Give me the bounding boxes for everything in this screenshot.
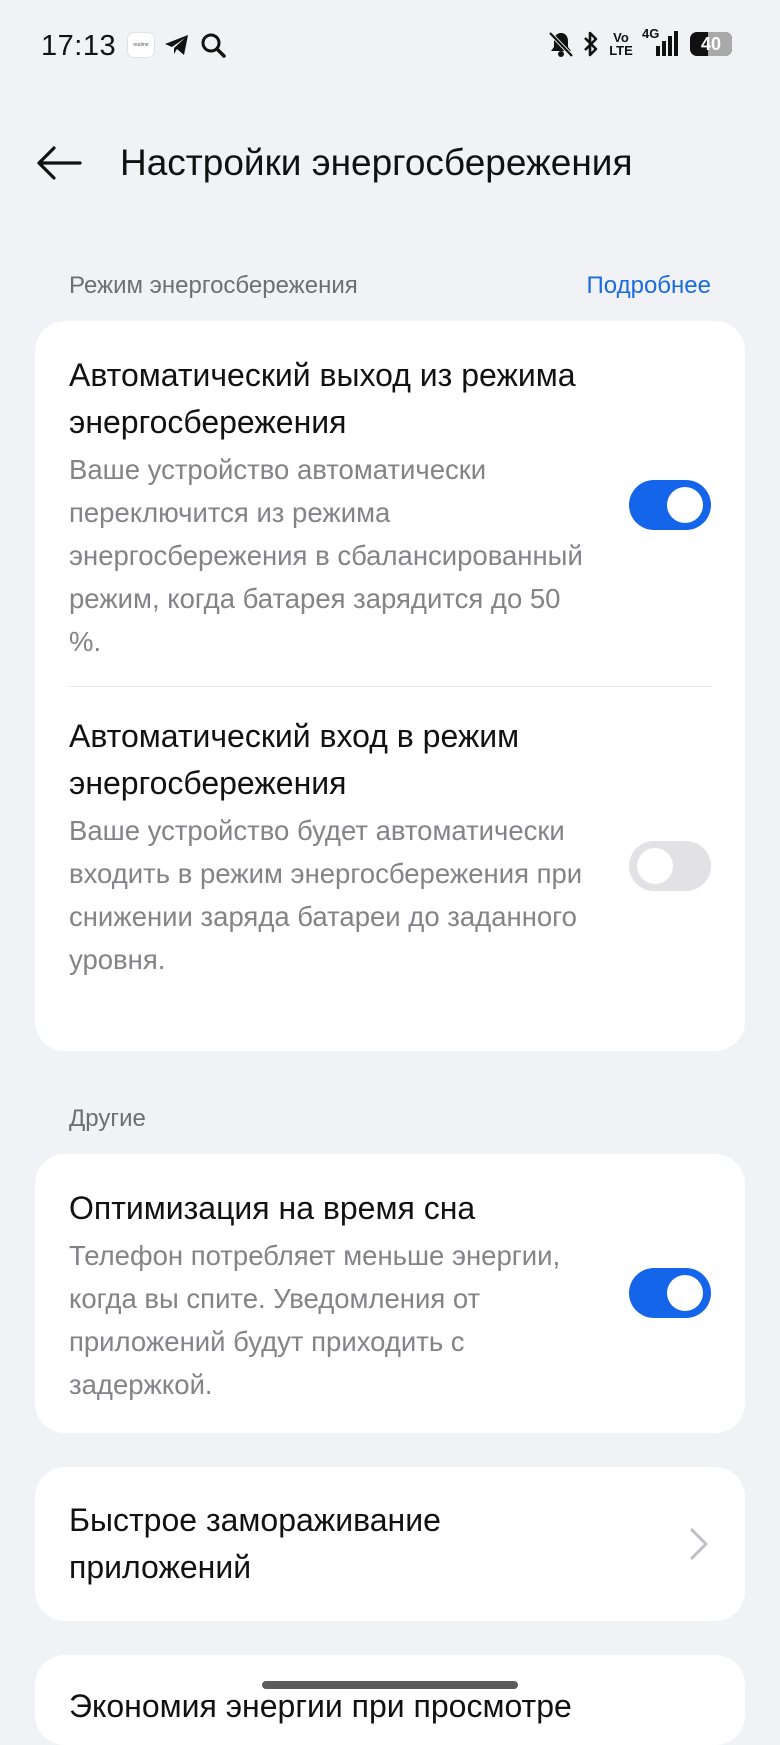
back-button[interactable] <box>34 138 84 188</box>
page-title: Настройки энергосбережения <box>120 142 633 183</box>
auto-enter-title: Автоматический вход в режим энергосбереж… <box>69 718 520 801</box>
telegram-icon <box>165 35 188 55</box>
battery-indicator: 40 <box>690 32 732 56</box>
status-time: 17:13 <box>41 30 117 62</box>
arrow-left-icon <box>37 146 82 180</box>
sleep-optimization-toggle[interactable] <box>629 1268 711 1318</box>
screen-viewing-saving-row[interactable]: Экономия энергии при просмотре <box>35 1683 745 1730</box>
auto-exit-title: Автоматический выход из режима энергосбе… <box>69 357 576 440</box>
other-section-header: Другие <box>69 1105 711 1133</box>
chevron-right-icon <box>690 1528 708 1560</box>
realme-app-badge-icon: realme <box>128 33 154 57</box>
section-title-other: Другие <box>69 1105 146 1132</box>
battery-level: 40 <box>700 33 722 54</box>
app-badge-text: realme <box>133 42 149 48</box>
bell-muted-icon <box>548 31 574 58</box>
auto-enter-toggle[interactable] <box>629 841 711 891</box>
battery-icon: 40 <box>690 32 732 56</box>
power-saving-card: Автоматический выход из режима энергосбе… <box>35 321 745 1051</box>
screen-viewing-saving-title: Экономия энергии при просмотре <box>69 1688 572 1724</box>
divider <box>69 686 711 687</box>
status-bar: 17:13 realme Vo LTE 4G 40 <box>0 0 780 96</box>
screen-viewing-saving-card[interactable]: Экономия энергии при просмотре <box>35 1655 745 1745</box>
status-left-icons: realme <box>128 32 226 58</box>
sleep-optimization-title: Оптимизация на время сна <box>69 1190 476 1226</box>
app-header: Настройки энергосбережения <box>0 130 780 196</box>
bluetooth-icon <box>584 31 598 57</box>
sleep-optimization-description: Телефон потребляет меньше энергии, когда… <box>69 1240 561 1400</box>
quick-freeze-card[interactable]: Быстрое замораживание приложений <box>35 1467 745 1621</box>
quick-freeze-row[interactable]: Быстрое замораживание приложений <box>35 1497 745 1591</box>
home-indicator[interactable] <box>262 1681 518 1689</box>
search-icon <box>201 33 226 58</box>
auto-exit-toggle[interactable] <box>629 480 711 530</box>
power-saving-section-header: Режим энергосбережения Подробнее <box>69 272 711 300</box>
volte-indicator: Vo LTE <box>608 31 634 57</box>
auto-exit-description: Ваше устройство автоматически переключит… <box>69 454 583 657</box>
auto-enter-description: Ваше устройство будет автоматически вход… <box>69 815 583 975</box>
section-title-power-saving: Режим энергосбережения <box>69 272 358 299</box>
volte-bottom-text: LTE <box>609 43 633 58</box>
more-info-link[interactable]: Подробнее <box>587 272 711 300</box>
quick-freeze-title: Быстрое замораживание приложений <box>69 1502 441 1585</box>
other-card: Оптимизация на время сна Телефон потребл… <box>35 1154 745 1433</box>
cellular-signal-icon: 4G <box>642 26 682 58</box>
status-right-icons: Vo LTE 4G 40 <box>548 26 732 58</box>
